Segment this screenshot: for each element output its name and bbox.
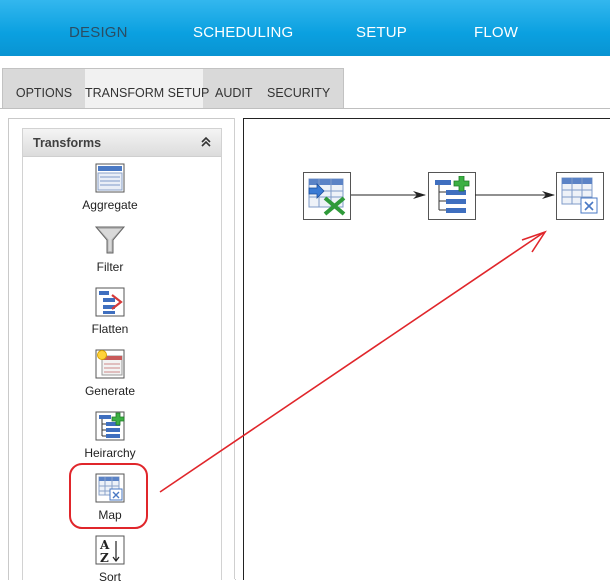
flatten-icon	[94, 286, 126, 318]
tool-label: Heirarchy	[84, 446, 136, 460]
filter-icon	[94, 224, 126, 256]
tab-divider	[0, 108, 610, 109]
tool-generate[interactable]: Generate	[60, 348, 160, 398]
hierarchy-icon	[435, 176, 470, 213]
tab-transform-setup[interactable]: TRANSFORM SETUP	[85, 69, 209, 109]
aggregate-icon	[94, 162, 126, 194]
tab-options[interactable]: OPTIONS	[3, 69, 85, 109]
tool-sort[interactable]: A Z Sort	[60, 534, 160, 584]
svg-text:A: A	[99, 538, 110, 552]
nav-setup[interactable]: SETUP	[356, 24, 407, 41]
sub-tab-bar: OPTIONS TRANSFORM SETUP AUDIT SECURITY	[2, 68, 344, 109]
map-icon	[94, 472, 126, 504]
transforms-palette: Transforms Aggregate Filter Flatten Gene…	[22, 128, 222, 584]
svg-text:Z: Z	[100, 551, 109, 565]
tool-label: Map	[98, 508, 122, 522]
canvas-node-map[interactable]	[556, 172, 604, 220]
hierarchy-icon	[94, 410, 126, 442]
excel-source-icon	[308, 177, 346, 216]
top-nav: DESIGN SCHEDULING SETUP FLOW	[0, 0, 610, 56]
tool-filter[interactable]: Filter	[60, 224, 160, 274]
tab-audit[interactable]: AUDIT	[215, 69, 255, 109]
nav-flow[interactable]: FLOW	[474, 24, 518, 41]
transforms-title: Transforms	[33, 136, 102, 150]
map-icon	[561, 177, 598, 214]
tool-label: Flatten	[91, 322, 129, 336]
tool-hierarchy[interactable]: Heirarchy	[60, 410, 160, 460]
collapse-icon[interactable]	[199, 134, 213, 150]
canvas-node-hierarchy[interactable]	[428, 172, 476, 220]
tool-label: Generate	[84, 384, 136, 398]
transforms-header: Transforms	[23, 129, 221, 157]
nav-design[interactable]: DESIGN	[69, 24, 128, 41]
tool-flatten[interactable]: Flatten	[60, 286, 160, 336]
sort-icon: A Z	[94, 534, 126, 566]
canvas-node-source[interactable]	[303, 172, 351, 220]
tab-security[interactable]: SECURITY	[267, 69, 337, 109]
design-canvas[interactable]	[243, 118, 610, 580]
tool-label: Sort	[98, 570, 121, 584]
nav-scheduling[interactable]: SCHEDULING	[193, 24, 293, 41]
tool-label: Aggregate	[82, 198, 138, 212]
tool-aggregate[interactable]: Aggregate	[60, 162, 160, 212]
generate-icon	[94, 348, 126, 380]
tool-map[interactable]: Map	[60, 472, 160, 522]
tool-label: Filter	[96, 260, 124, 274]
